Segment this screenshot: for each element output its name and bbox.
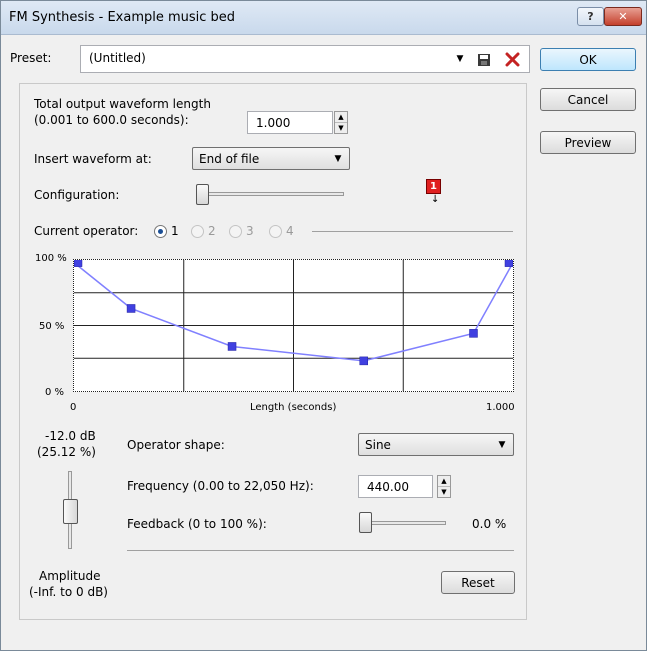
operator-radio-1-label: 1 [171,224,179,238]
insert-value: End of file [199,152,260,166]
envelope-point[interactable] [359,356,368,366]
configuration-slider-thumb[interactable] [196,184,209,205]
close-icon: ✕ [618,10,628,23]
fm-synthesis-dialog: FM Synthesis - Example music bed ? ✕ Pre… [0,0,647,651]
amplitude-label-line1: Amplitude [39,569,101,583]
envelope-graph-canvas[interactable] [74,260,513,391]
frequency-label-text: Frequency (0.00 to 22,050 Hz): [127,479,314,493]
preset-combobox[interactable]: (Untitled) ▼ [80,45,530,73]
length-label-line2: (0.001 to 600.0 seconds): [34,113,189,127]
amplitude-slider-thumb[interactable] [63,498,78,524]
spin-up-icon[interactable]: ▲ [335,112,347,123]
save-icon[interactable] [477,53,491,67]
operator-shape-label: Operator shape: [127,438,225,452]
operator-radio-2[interactable] [191,225,204,238]
operator-shape-value: Sine [365,438,391,452]
operator-shape-combobox[interactable]: Sine ▼ [358,433,514,456]
cancel-button[interactable]: Cancel [540,88,636,111]
chevron-down-icon: ▼ [498,439,506,450]
configuration-slider-track[interactable] [196,192,344,196]
reset-button[interactable]: Reset [441,571,515,594]
feedback-slider-track[interactable] [359,521,446,525]
length-input[interactable]: 1.000 [247,111,333,134]
frequency-spinner[interactable]: ▲ ▼ [437,475,451,498]
bottom-separator [127,550,514,551]
preset-label: Preset: [10,51,52,65]
operator-label: Current operator: [34,224,139,238]
y-tick-50: 50 % [39,321,65,332]
envelope-point[interactable] [469,329,478,338]
amplitude-pct-value: (25.12 %) [37,445,96,459]
arrow-down-icon: ↓ [431,194,440,205]
x-axis-label: Length (seconds) [250,402,337,413]
envelope-graph[interactable] [73,259,514,392]
feedback-value: 0.0 % [472,517,507,531]
spin-down-icon[interactable]: ▼ [438,487,450,498]
ok-button[interactable]: OK [540,48,636,71]
y-tick-100: 100 % [35,253,67,264]
spin-up-icon[interactable]: ▲ [438,476,450,487]
length-spinner[interactable]: ▲ ▼ [334,111,348,134]
insert-label: Insert waveform at: [34,152,152,166]
chevron-down-icon[interactable]: ▼ [453,46,467,72]
preset-value: (Untitled) [89,51,146,65]
amplitude-label-line2: (-Inf. to 0 dB) [29,585,108,599]
operator-radio-4-label: 4 [286,224,294,238]
configuration-marker-badge: 1 [426,179,441,194]
envelope-point[interactable] [227,342,237,351]
envelope-point[interactable] [126,304,136,313]
preview-button[interactable]: Preview [540,131,636,154]
frequency-input[interactable]: 440.00 [358,475,433,498]
operator-radio-3-label: 3 [246,224,254,238]
envelope-point[interactable] [74,260,83,267]
insert-combobox[interactable]: End of file ▼ [192,147,350,170]
envelope-point[interactable] [504,260,513,267]
x-tick-start: 0 [70,402,77,413]
y-tick-0: 0 % [45,387,65,398]
help-icon: ? [587,10,594,23]
title-bar: FM Synthesis - Example music bed ? ✕ [1,1,646,35]
operator-radio-1[interactable] [154,225,167,238]
frequency-value: 440.00 [367,480,409,494]
x-tick-end: 1.000 [486,402,515,413]
close-button[interactable]: ✕ [604,7,642,26]
feedback-slider-thumb[interactable] [359,512,372,533]
delete-icon[interactable] [505,52,520,67]
operator-radio-4[interactable] [269,225,282,238]
configuration-label: Configuration: [34,188,120,202]
operator-radio-3[interactable] [229,225,242,238]
amplitude-db-value: -12.0 dB [45,429,96,443]
help-button[interactable]: ? [577,7,604,26]
chevron-down-icon: ▼ [334,153,342,164]
feedback-label: Feedback (0 to 100 %): [127,517,267,531]
length-value: 1.000 [256,116,291,130]
operator-separator [312,231,513,232]
window-title: FM Synthesis - Example music bed [9,10,236,25]
spin-down-icon[interactable]: ▼ [335,123,347,134]
length-label-line1: Total output waveform length [34,97,211,111]
operator-radio-2-label: 2 [208,224,216,238]
